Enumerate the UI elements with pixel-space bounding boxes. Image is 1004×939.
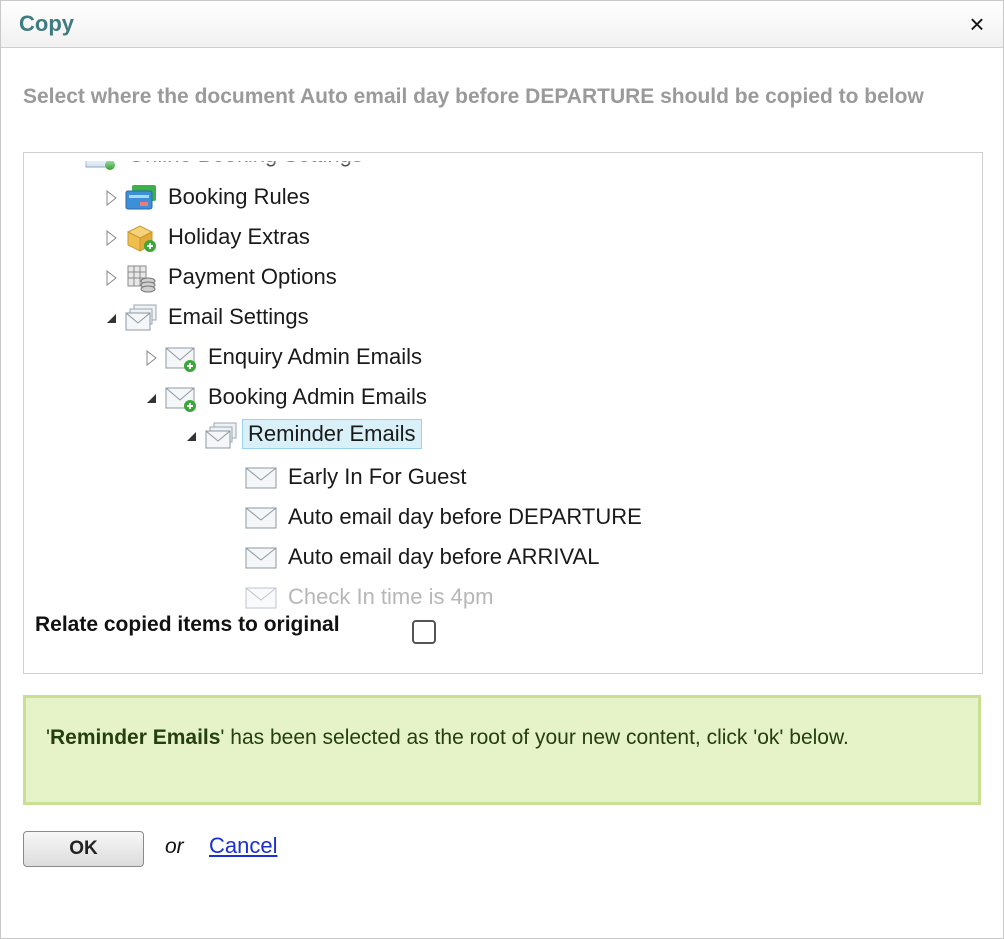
- email-icon: [244, 503, 278, 533]
- tree-node-early-in-for-guest[interactable]: Early In For Guest: [244, 461, 744, 495]
- tree-node-label[interactable]: Booking Rules: [164, 183, 314, 211]
- expand-triangle-icon[interactable]: [144, 349, 158, 367]
- collapse-triangle-icon[interactable]: [104, 310, 118, 326]
- collapse-triangle-icon[interactable]: [184, 428, 198, 444]
- tree-node-auto-email-departure[interactable]: Auto email day before DEPARTURE: [244, 501, 744, 535]
- email-icon: [244, 463, 278, 493]
- tree-node-reminder-emails[interactable]: Reminder Emails: [184, 419, 584, 453]
- tree-node-booking-rules[interactable]: Booking Rules: [104, 181, 504, 215]
- email-add-icon: [164, 343, 198, 373]
- expand-triangle-icon[interactable]: [104, 269, 118, 287]
- email-icon: [244, 583, 278, 609]
- tree-node-label-disabled: Check In time is 4pm: [288, 584, 494, 609]
- relate-copied-checkbox[interactable]: [412, 620, 436, 644]
- tree-node-label[interactable]: Online Booking Settings: [124, 161, 367, 169]
- tree-node-email-settings[interactable]: Email Settings: [104, 301, 504, 335]
- close-icon[interactable]: ×: [963, 9, 991, 39]
- payment-grid-icon: [124, 263, 158, 293]
- tree-node-online-booking-settings[interactable]: Online Booking Settings: [84, 161, 484, 173]
- notice-selected-name: Reminder Emails: [50, 726, 221, 749]
- tree-node-label[interactable]: Payment Options: [164, 263, 341, 291]
- selection-notice: 'Reminder Emails' has been selected as t…: [23, 695, 981, 805]
- tree-node-label[interactable]: Enquiry Admin Emails: [204, 343, 426, 371]
- tree-node-label[interactable]: Auto email day before DEPARTURE: [284, 503, 646, 531]
- cancel-link[interactable]: Cancel: [209, 833, 277, 859]
- tree-node-holiday-extras[interactable]: Holiday Extras: [104, 221, 504, 255]
- settings-folder-icon: [84, 161, 118, 171]
- or-text: or: [165, 835, 184, 858]
- email-stack-icon: [124, 303, 158, 333]
- destination-tree[interactable]: Online Booking Settings Booking Rules: [23, 152, 983, 674]
- expand-triangle-icon[interactable]: [104, 229, 118, 247]
- tree-node-booking-admin-emails[interactable]: Booking Admin Emails: [144, 381, 544, 415]
- tree-node-check-in-time: Check In time is 4pm: [244, 581, 744, 609]
- copy-dialog: Copy × Select where the document Auto em…: [0, 0, 1004, 939]
- collapse-triangle-icon[interactable]: [144, 390, 158, 406]
- tree-node-label-selected[interactable]: Reminder Emails: [242, 419, 422, 449]
- tree-node-label[interactable]: Email Settings: [164, 303, 313, 331]
- email-add-icon: [164, 383, 198, 413]
- dialog-titlebar: Copy ×: [1, 1, 1003, 48]
- tree-node-auto-email-arrival[interactable]: Auto email day before ARRIVAL: [244, 541, 744, 575]
- dialog-title: Copy: [19, 11, 74, 36]
- tree-node-label[interactable]: Early In For Guest: [284, 463, 471, 491]
- rules-card-icon: [124, 183, 158, 213]
- ok-button[interactable]: OK: [23, 831, 144, 867]
- package-add-icon: [124, 223, 158, 253]
- tree-node-payment-options[interactable]: Payment Options: [104, 261, 504, 295]
- tree-node-enquiry-admin-emails[interactable]: Enquiry Admin Emails: [144, 341, 544, 375]
- tree-node-label[interactable]: Booking Admin Emails: [204, 383, 431, 411]
- tree-node-label[interactable]: Auto email day before ARRIVAL: [284, 543, 603, 571]
- notice-message: ' has been selected as the root of your …: [220, 726, 849, 749]
- tree-node-label[interactable]: Holiday Extras: [164, 223, 314, 251]
- email-stack-icon: [204, 421, 238, 451]
- tree-scroll-area[interactable]: Online Booking Settings Booking Rules: [34, 161, 970, 609]
- relate-copied-label: Relate copied items to original: [35, 613, 340, 636]
- expand-triangle-icon[interactable]: [104, 189, 118, 207]
- email-icon: [244, 543, 278, 573]
- copy-instruction: Select where the document Auto email day…: [23, 85, 924, 108]
